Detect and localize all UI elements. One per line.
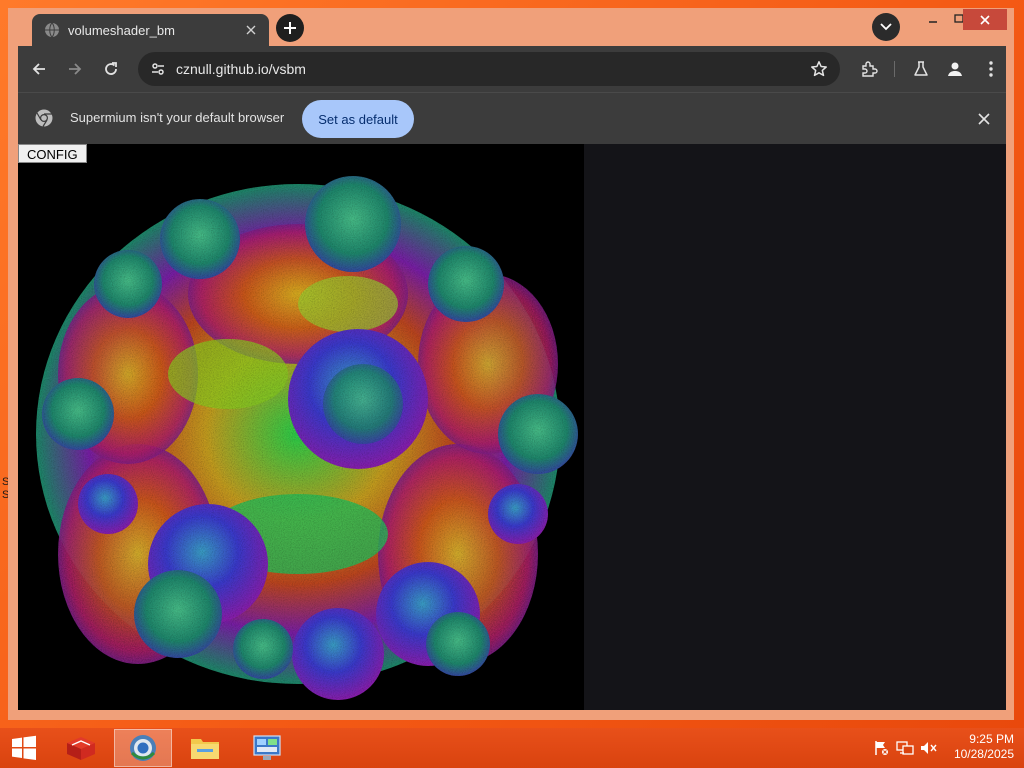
taskbar-app-red-box[interactable] bbox=[52, 729, 110, 767]
control-panel-icon bbox=[253, 735, 281, 760]
system-clock[interactable]: 9:25 PM 10/28/2025 bbox=[954, 732, 1014, 762]
title-bar: volumeshader_bm bbox=[8, 8, 1014, 46]
start-button[interactable] bbox=[0, 729, 48, 767]
window-close-button[interactable] bbox=[963, 9, 1007, 30]
tab-title: volumeshader_bm bbox=[68, 22, 175, 38]
address-bar[interactable]: cznull.github.io/vsbm bbox=[138, 52, 840, 86]
url-text[interactable]: cznull.github.io/vsbm bbox=[176, 61, 804, 77]
globe-icon bbox=[44, 22, 60, 38]
infobar-close-icon[interactable] bbox=[974, 109, 994, 129]
bookmark-star-icon[interactable] bbox=[804, 54, 834, 84]
plus-icon bbox=[284, 22, 296, 34]
default-browser-infobar: Supermium isn't your default browser Set… bbox=[18, 92, 1006, 144]
config-button[interactable]: CONFIG bbox=[18, 144, 87, 163]
close-icon bbox=[980, 14, 990, 25]
reload-button[interactable] bbox=[96, 54, 126, 84]
browser-toolbar: cznull.github.io/vsbm bbox=[18, 46, 1006, 92]
browser-window: volumeshader_bm cznull.github.io/vsbm Su… bbox=[8, 8, 1014, 720]
volume-muted-icon[interactable] bbox=[920, 740, 938, 756]
back-arrow-icon bbox=[32, 63, 45, 75]
tab-close-icon[interactable] bbox=[241, 20, 261, 40]
taskbar: 9:25 PM 10/28/2025 bbox=[0, 728, 1024, 768]
infobar-message: Supermium isn't your default browser bbox=[70, 110, 285, 125]
chromium-logo-icon bbox=[35, 109, 53, 127]
tab-search-button[interactable] bbox=[872, 13, 900, 41]
file-explorer-icon bbox=[191, 739, 219, 759]
forward-arrow-icon bbox=[69, 63, 82, 75]
new-tab-button[interactable] bbox=[276, 14, 304, 42]
site-info-icon[interactable] bbox=[144, 55, 172, 83]
taskbar-control-panel[interactable] bbox=[238, 729, 296, 767]
extensions-button[interactable] bbox=[854, 54, 884, 84]
profile-icon bbox=[948, 62, 962, 76]
chevron-down-icon bbox=[880, 23, 892, 31]
windows-start-icon bbox=[12, 735, 36, 760]
set-as-default-button[interactable]: Set as default bbox=[302, 100, 414, 138]
labs-button[interactable] bbox=[906, 54, 936, 84]
minimize-button[interactable] bbox=[920, 8, 946, 30]
back-button[interactable] bbox=[24, 54, 54, 84]
page-content: CONFIG bbox=[18, 144, 1006, 710]
action-center-flag-icon[interactable] bbox=[872, 740, 890, 756]
puzzle-icon bbox=[862, 61, 878, 77]
profile-button[interactable] bbox=[940, 54, 970, 84]
kebab-menu-icon bbox=[989, 61, 993, 77]
flask-icon bbox=[914, 61, 928, 76]
network-icon[interactable] bbox=[896, 740, 914, 756]
browser-tab[interactable]: volumeshader_bm bbox=[32, 14, 269, 46]
clock-time: 9:25 PM bbox=[969, 732, 1014, 746]
reload-icon bbox=[105, 62, 117, 75]
browser-icon bbox=[130, 735, 156, 761]
app-icon-red-box bbox=[67, 737, 95, 760]
taskbar-browser[interactable] bbox=[114, 729, 172, 767]
forward-button[interactable] bbox=[60, 54, 90, 84]
toolbar-separator bbox=[894, 61, 895, 77]
menu-button[interactable] bbox=[976, 54, 1006, 84]
taskbar-file-explorer[interactable] bbox=[176, 729, 234, 767]
fractal-render-canvas[interactable]: CONFIG bbox=[18, 144, 584, 710]
clock-date: 10/28/2025 bbox=[953, 747, 1014, 761]
fractal-image bbox=[36, 176, 578, 700]
minimize-icon bbox=[929, 21, 937, 23]
